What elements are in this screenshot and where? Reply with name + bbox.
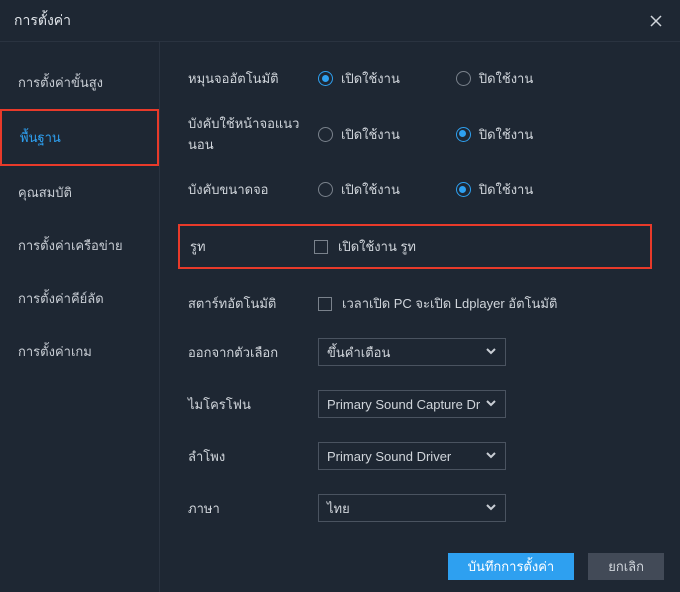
- select-language[interactable]: ไทย: [318, 494, 506, 522]
- radio-icon: [318, 71, 333, 86]
- checkbox-icon: [318, 297, 332, 311]
- cancel-button[interactable]: ยกเลิก: [588, 553, 664, 580]
- sidebar-item-advanced[interactable]: การตั้งค่าขั้นสูง: [0, 56, 159, 109]
- radio-icon: [456, 71, 471, 86]
- sidebar-item-shortcuts[interactable]: การตั้งค่าคีย์ลัด: [0, 272, 159, 325]
- label-landscape: บังคับใช้หน้าจอแนวนอน: [188, 113, 318, 155]
- label-mic: ไมโครโฟน: [188, 394, 318, 415]
- titlebar: การตั้งค่า: [0, 0, 680, 42]
- radio-icon: [456, 127, 471, 142]
- close-icon: [649, 14, 663, 28]
- sidebar-item-properties[interactable]: คุณสมบัติ: [0, 166, 159, 219]
- checkbox-label: เวลาเปิด PC จะเปิด Ldplayer อัตโนมัติ: [342, 293, 557, 314]
- label-autostart: สตาร์ทอัตโนมัติ: [188, 293, 318, 314]
- row-speaker: ลำโพง Primary Sound Driver: [188, 442, 652, 470]
- row-language: ภาษา ไทย: [188, 494, 652, 522]
- label-speaker: ลำโพง: [188, 446, 318, 467]
- radio-icon: [318, 127, 333, 142]
- radio-icon: [318, 182, 333, 197]
- footer: บันทึกการตั้งค่า ยกเลิก: [448, 553, 664, 580]
- checkbox-root[interactable]: เปิดใช้งาน รูท: [314, 236, 416, 257]
- label-forcesize: บังคับขนาดจอ: [188, 179, 318, 200]
- radio-icon: [456, 182, 471, 197]
- select-mic[interactable]: Primary Sound Capture Dr: [318, 390, 506, 418]
- row-landscape: บังคับใช้หน้าจอแนวนอน เปิดใช้งาน ปิดใช้ง…: [188, 113, 652, 155]
- radio-label: ปิดใช้งาน: [479, 179, 533, 200]
- radio-autorotate-off[interactable]: ปิดใช้งาน: [456, 68, 533, 89]
- row-forcesize: บังคับขนาดจอ เปิดใช้งาน ปิดใช้งาน: [188, 179, 652, 200]
- select-value: ไทย: [327, 498, 350, 519]
- row-autostart: สตาร์ทอัตโนมัติ เวลาเปิด PC จะเปิด Ldpla…: [188, 293, 652, 314]
- row-autorotate: หมุนจออัตโนมัติ เปิดใช้งาน ปิดใช้งาน: [188, 68, 652, 89]
- checkbox-icon: [314, 240, 328, 254]
- select-exit[interactable]: ขึ้นคำเตือน: [318, 338, 506, 366]
- label-root: รูท: [190, 236, 314, 257]
- row-root: รูท เปิดใช้งาน รูท: [178, 224, 652, 269]
- radio-forcesize-on[interactable]: เปิดใช้งาน: [318, 179, 400, 200]
- sidebar-item-game[interactable]: การตั้งค่าเกม: [0, 325, 159, 378]
- sidebar: การตั้งค่าขั้นสูง พื้นฐาน คุณสมบัติ การต…: [0, 42, 160, 592]
- sidebar-item-basic[interactable]: พื้นฐาน: [0, 109, 159, 166]
- chevron-down-icon: [485, 397, 497, 412]
- radio-label: ปิดใช้งาน: [479, 124, 533, 145]
- label-language: ภาษา: [188, 498, 318, 519]
- select-value: Primary Sound Capture Dr: [327, 397, 480, 412]
- select-value: Primary Sound Driver: [327, 449, 451, 464]
- close-button[interactable]: [646, 11, 666, 31]
- radio-label: เปิดใช้งาน: [341, 179, 400, 200]
- radio-landscape-on[interactable]: เปิดใช้งาน: [318, 124, 400, 145]
- radio-label: เปิดใช้งาน: [341, 124, 400, 145]
- radio-forcesize-off[interactable]: ปิดใช้งาน: [456, 179, 533, 200]
- chevron-down-icon: [485, 501, 497, 516]
- checkbox-autostart[interactable]: เวลาเปิด PC จะเปิด Ldplayer อัตโนมัติ: [318, 293, 557, 314]
- row-exit: ออกจากตัวเลือก ขึ้นคำเตือน: [188, 338, 652, 366]
- checkbox-label: เปิดใช้งาน รูท: [338, 236, 416, 257]
- save-button[interactable]: บันทึกการตั้งค่า: [448, 553, 575, 580]
- select-speaker[interactable]: Primary Sound Driver: [318, 442, 506, 470]
- content: หมุนจออัตโนมัติ เปิดใช้งาน ปิดใช้งาน บัง…: [160, 42, 680, 592]
- sidebar-item-network[interactable]: การตั้งค่าเครือข่าย: [0, 219, 159, 272]
- select-value: ขึ้นคำเตือน: [327, 342, 390, 363]
- radio-label: ปิดใช้งาน: [479, 68, 533, 89]
- chevron-down-icon: [485, 345, 497, 360]
- radio-label: เปิดใช้งาน: [341, 68, 400, 89]
- label-autorotate: หมุนจออัตโนมัติ: [188, 68, 318, 89]
- window-title: การตั้งค่า: [14, 10, 646, 32]
- radio-landscape-off[interactable]: ปิดใช้งาน: [456, 124, 533, 145]
- row-mic: ไมโครโฟน Primary Sound Capture Dr: [188, 390, 652, 418]
- label-exit: ออกจากตัวเลือก: [188, 342, 318, 363]
- body: การตั้งค่าขั้นสูง พื้นฐาน คุณสมบัติ การต…: [0, 42, 680, 592]
- radio-autorotate-on[interactable]: เปิดใช้งาน: [318, 68, 400, 89]
- chevron-down-icon: [485, 449, 497, 464]
